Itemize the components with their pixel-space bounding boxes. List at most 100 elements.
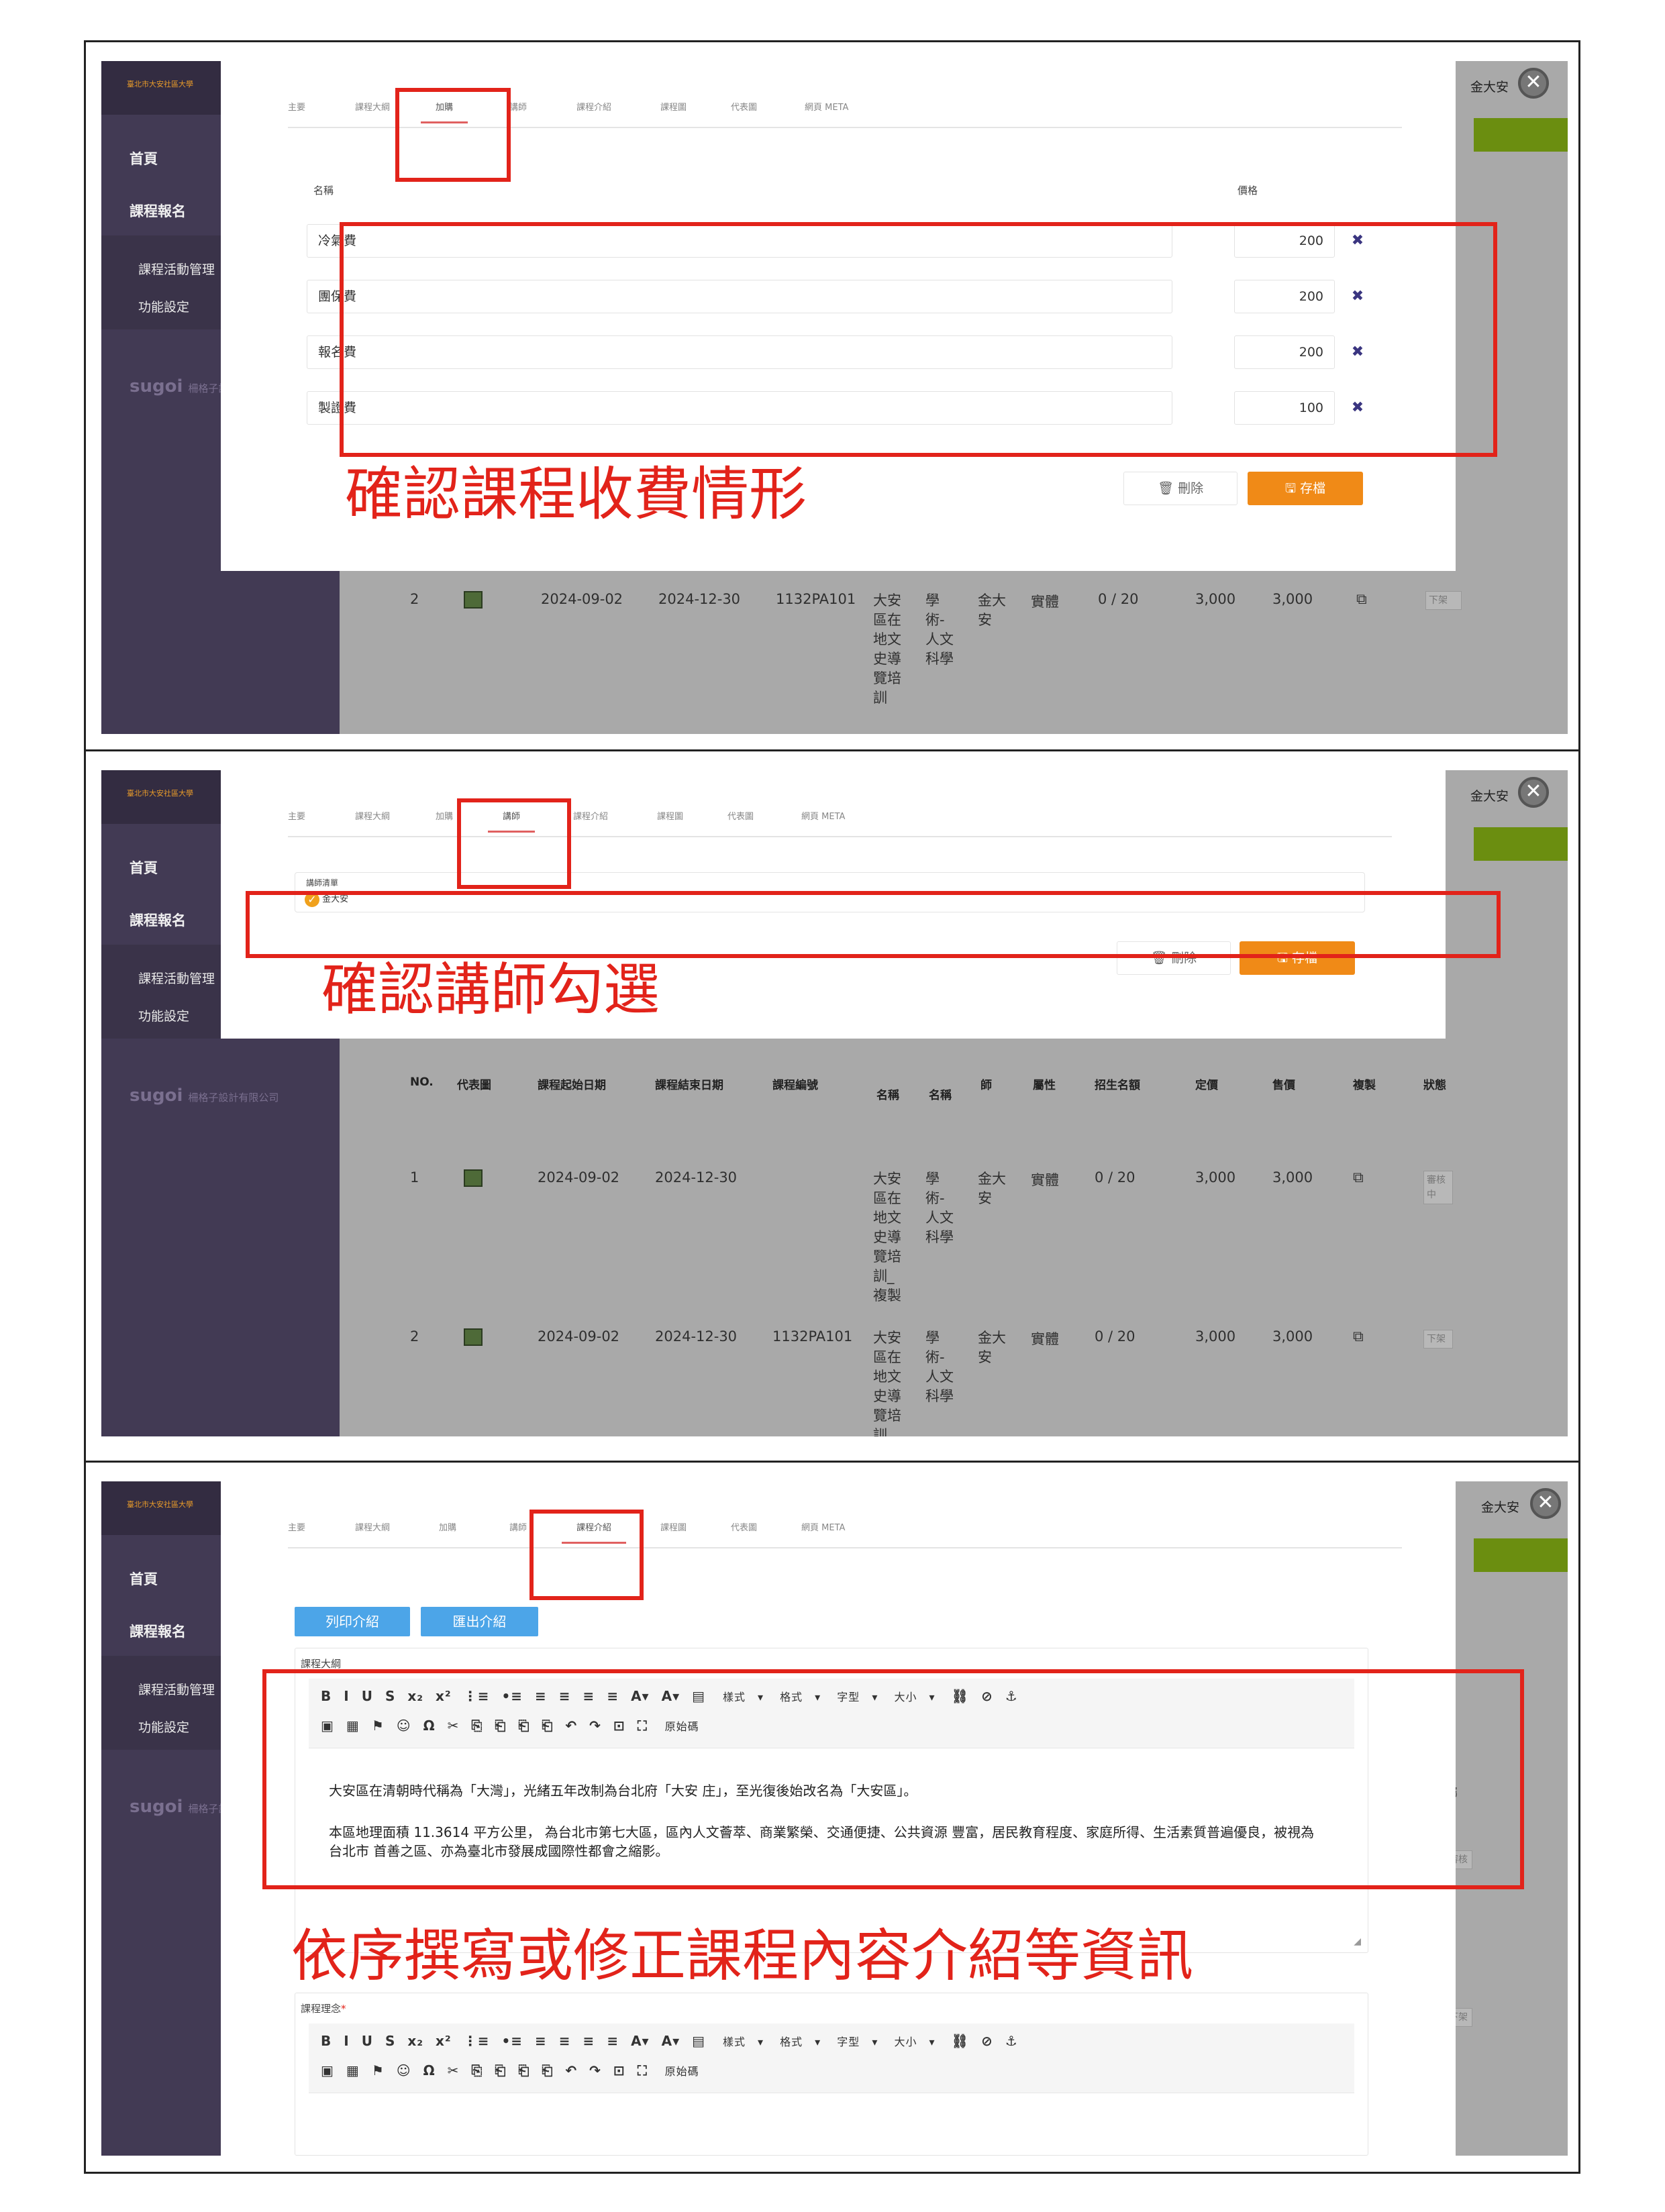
annotation-highlight-tab <box>457 798 571 889</box>
paste-icon[interactable]: ⎗ <box>495 2062 506 2078</box>
image-icon[interactable]: ▣ <box>321 2062 334 2078</box>
align-right-icon[interactable]: ≡ <box>583 2033 595 2049</box>
copy-icon[interactable]: ⧉ <box>1353 1169 1364 1186</box>
tab-surcharge[interactable]: 加購 <box>439 1520 456 1533</box>
tab-course-image[interactable]: 課程圖 <box>660 100 687 113</box>
subscript-icon[interactable]: x₂ <box>407 2033 423 2049</box>
show-blocks-icon[interactable]: ⊡ <box>613 2062 625 2078</box>
table-cell[interactable]: 大安區在地文史導覽培訓 <box>873 1328 904 1436</box>
sidebar-item-activity[interactable]: 課程活動管理 <box>138 1680 215 1698</box>
print-intro-button[interactable]: 列印介紹 <box>295 1607 410 1636</box>
tab-cover-image[interactable]: 代表圖 <box>731 1520 757 1533</box>
copy-icon[interactable]: ⧉ <box>1356 591 1367 608</box>
sidebar-item-home[interactable]: 首頁 <box>130 1569 158 1589</box>
sidebar-item-activity[interactable]: 課程活動管理 <box>138 260 215 278</box>
resize-handle-icon[interactable]: ◢ <box>1354 1936 1361 1947</box>
tab-course-image[interactable]: 課程圖 <box>657 809 683 822</box>
align-center-icon[interactable]: ≡ <box>559 2033 571 2049</box>
undo-icon[interactable]: ↶ <box>565 2062 577 2078</box>
tab-intro[interactable]: 課程介紹 <box>573 809 608 822</box>
logo[interactable]: 臺北市大安社區大學 <box>127 1499 193 1510</box>
font-select[interactable]: 字型 <box>837 2036 860 2048</box>
align-left-icon[interactable]: ≡ <box>535 2033 547 2049</box>
dropdown-icon[interactable]: ▾ <box>758 2036 768 2048</box>
tab-meta[interactable]: 網頁 META <box>801 809 845 822</box>
tab-intro[interactable]: 課程介紹 <box>576 100 611 113</box>
flag-icon[interactable]: ⚑ <box>372 2062 385 2078</box>
table-cell[interactable]: 大安區在地文史導覽培訓 <box>873 591 904 708</box>
tab-meta[interactable]: 網頁 META <box>801 1520 845 1533</box>
redo-icon[interactable]: ↷ <box>589 2062 601 2078</box>
close-icon[interactable]: ✕ <box>1518 777 1549 808</box>
tab-outline[interactable]: 課程大綱 <box>355 100 390 113</box>
dropdown-icon[interactable]: ▾ <box>872 2036 882 2048</box>
cut-icon[interactable]: ✂ <box>448 2062 460 2078</box>
paste-text-icon[interactable]: ⎗ <box>518 2062 529 2078</box>
text-color-icon[interactable]: A▾ <box>631 2033 650 2049</box>
ordered-list-icon[interactable]: ⋮≡ <box>464 2033 490 2049</box>
table-cell[interactable]: 大安區在地文史導覽培訓_複製 <box>873 1169 904 1306</box>
bullet-list-icon[interactable]: •≡ <box>501 2033 523 2049</box>
underline-icon[interactable]: U <box>362 2033 373 2049</box>
tab-cover-image[interactable]: 代表圖 <box>731 100 757 113</box>
thumbnail[interactable] <box>464 1328 483 1346</box>
export-intro-button[interactable]: 匯出介紹 <box>421 1607 538 1636</box>
paste-word-icon[interactable]: ⎗ <box>542 2062 553 2078</box>
concept-editor[interactable]: 課程理念* B I U Sx₂ x² ⋮≡ •≡ ≡ ≡ ≡ ≡ A▾ A▾ ▤ 樣式 ▾ 格式 ▾ 字型 ▾ … <box>295 1993 1368 2156</box>
tab-teacher[interactable]: 講師 <box>509 1520 527 1533</box>
emoji-icon[interactable]: ☺ <box>397 2062 411 2078</box>
tab-meta[interactable]: 網頁 META <box>805 100 848 113</box>
tab-course-image[interactable]: 課程圖 <box>660 1520 687 1533</box>
justify-icon[interactable]: ≡ <box>607 2033 619 2049</box>
sidebar-item-settings[interactable]: 功能設定 <box>138 297 189 315</box>
anchor-icon[interactable]: ⚓ <box>1005 2033 1018 2049</box>
logo[interactable]: 臺北市大安社區大學 <box>127 788 193 798</box>
sidebar-item-activity[interactable]: 課程活動管理 <box>138 969 215 987</box>
sidebar-item-registration[interactable]: 課程報名 <box>130 910 186 930</box>
sidebar-item-registration[interactable]: 課程報名 <box>130 201 186 221</box>
user-name[interactable]: 金大安 <box>1470 786 1509 804</box>
close-icon[interactable]: ✕ <box>1518 68 1549 99</box>
template-icon[interactable]: ▤ <box>692 2033 705 2049</box>
style-select[interactable]: 樣式 <box>723 2036 746 2048</box>
tab-main[interactable]: 主要 <box>288 809 305 822</box>
maximize-icon[interactable]: ⛶ <box>638 2062 648 2078</box>
special-char-icon[interactable]: Ω <box>423 2062 436 2078</box>
copy-icon[interactable]: ⧉ <box>1353 1328 1364 1345</box>
source-button[interactable]: 原始碼 <box>665 2065 699 2078</box>
sidebar-item-registration[interactable]: 課程報名 <box>130 1621 186 1641</box>
size-select[interactable]: 大小 <box>894 2036 917 2048</box>
close-icon[interactable]: ✕ <box>1530 1488 1561 1519</box>
strikethrough-icon[interactable]: S <box>385 2033 395 2049</box>
copy-icon[interactable]: ⎘ <box>471 2062 483 2078</box>
tab-main[interactable]: 主要 <box>288 1520 305 1533</box>
tab-outline[interactable]: 課程大綱 <box>355 1520 390 1533</box>
italic-icon[interactable]: I <box>344 2033 349 2049</box>
sidebar-item-settings[interactable]: 功能設定 <box>138 1718 189 1736</box>
tab-teacher[interactable]: 講師 <box>509 100 527 113</box>
user-name[interactable]: 金大安 <box>1481 1497 1519 1516</box>
logo[interactable]: 臺北市大安社區大學 <box>127 78 193 89</box>
tab-surcharge[interactable]: 加購 <box>436 809 453 822</box>
tab-outline[interactable]: 課程大綱 <box>355 809 390 822</box>
bold-icon[interactable]: B <box>321 2033 332 2049</box>
sidebar-item-settings[interactable]: 功能設定 <box>138 1006 189 1024</box>
user-name[interactable]: 金大安 <box>1470 77 1509 95</box>
format-select[interactable]: 格式 <box>780 2036 803 2048</box>
tab-main[interactable]: 主要 <box>288 100 305 113</box>
save-button[interactable]: 🖫 存檔 <box>1248 472 1363 505</box>
dropdown-icon[interactable]: ▾ <box>815 2036 825 2048</box>
bg-color-icon[interactable]: A▾ <box>662 2033 680 2049</box>
thumbnail[interactable] <box>464 591 483 609</box>
unlink-icon[interactable]: ⊘ <box>981 2033 993 2049</box>
delete-button[interactable]: 🗑 刪除 <box>1123 472 1238 505</box>
dropdown-icon[interactable]: ▾ <box>929 2036 939 2048</box>
table-header: 師 <box>980 1079 992 1092</box>
sidebar-item-home[interactable]: 首頁 <box>130 857 158 878</box>
thumbnail[interactable] <box>464 1169 483 1187</box>
table-icon[interactable]: ▦ <box>346 2062 360 2078</box>
superscript-icon[interactable]: x² <box>436 2033 452 2049</box>
sidebar-item-home[interactable]: 首頁 <box>130 148 158 168</box>
tab-cover-image[interactable]: 代表圖 <box>727 809 754 822</box>
link-icon[interactable]: ⛓ <box>952 2033 969 2049</box>
